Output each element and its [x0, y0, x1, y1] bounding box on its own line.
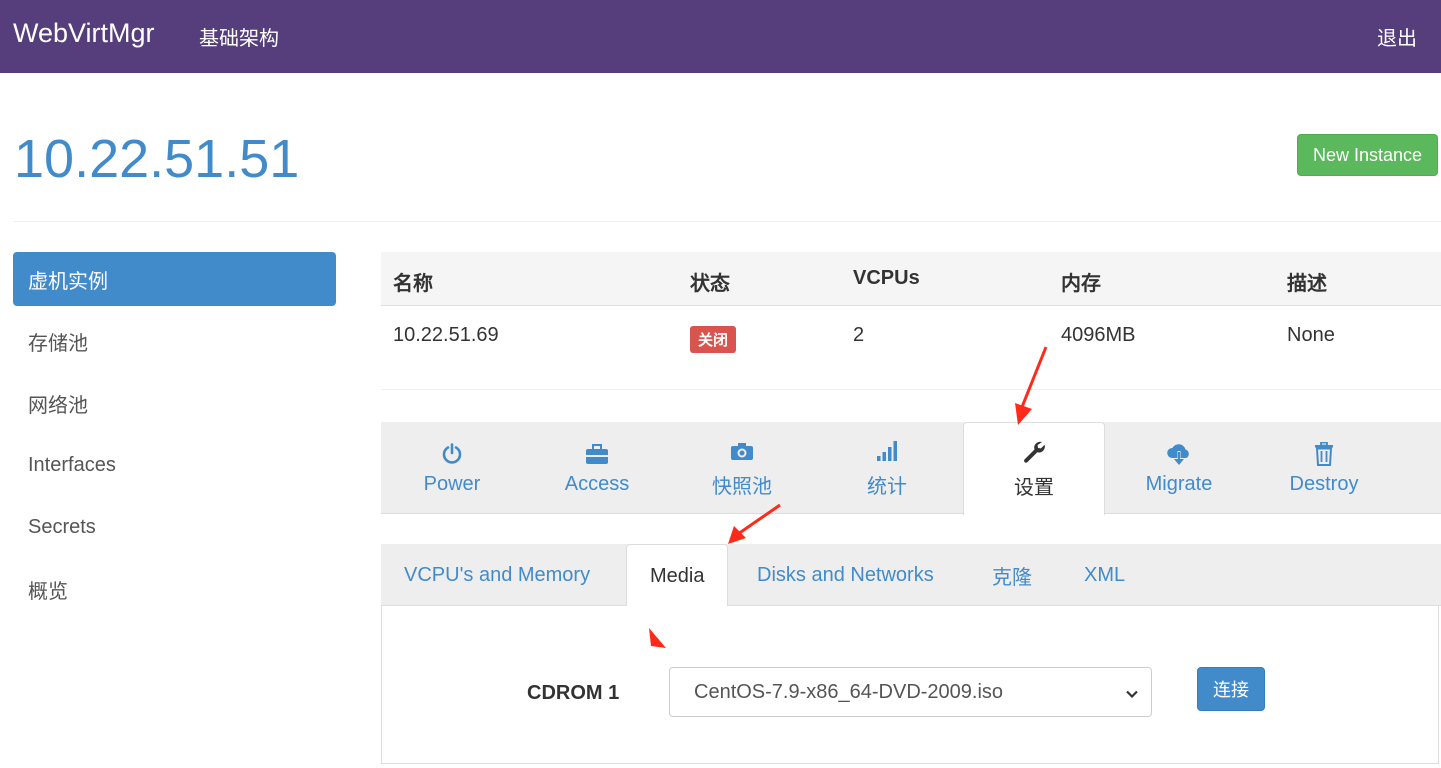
tab-migrate[interactable]: Migrate [1108, 422, 1250, 514]
column-header-vcpus: VCPUs [853, 267, 920, 289]
briefcase-icon [585, 441, 609, 467]
instance-info-table: 名称 状态 VCPUs 内存 描述 10.22.51.69 关闭 2 4096M… [381, 252, 1441, 390]
iso-select[interactable]: CentOS-7.9-x86_64-DVD-2009.iso [669, 667, 1152, 717]
instance-vcpus: 2 [853, 324, 865, 346]
sidebar-item-label: Interfaces [28, 453, 116, 476]
tab-stats[interactable]: 统计 [816, 422, 958, 514]
tab-xml[interactable]: XML [1061, 544, 1148, 606]
wrench-icon [1022, 439, 1046, 465]
tab-snapshots[interactable]: 快照池 [671, 422, 813, 514]
brand-link[interactable]: WebVirtMgr [13, 18, 155, 49]
settings-sub-tabs: VCPU's and Memory Media Disks and Networ… [381, 544, 1441, 607]
header-divider [13, 221, 1441, 222]
tab-disks-networks[interactable]: Disks and Networks [734, 544, 957, 606]
power-icon [441, 441, 463, 467]
sidebar-item-label: 网络池 [28, 394, 88, 417]
column-header-description: 描述 [1287, 273, 1327, 295]
sidebar-item-networks[interactable]: 网络池 [13, 376, 336, 430]
tab-clone[interactable]: 克隆 [969, 544, 1055, 606]
trash-icon [1314, 441, 1334, 467]
top-navbar: WebVirtMgr 基础架构 退出 [0, 0, 1441, 73]
new-instance-button[interactable]: New Instance [1297, 134, 1438, 176]
table-header-row: 名称 状态 VCPUs 内存 描述 [381, 252, 1441, 306]
chevron-down-icon [1125, 684, 1139, 707]
column-header-status: 状态 [690, 273, 730, 295]
tab-label: Power [423, 472, 481, 495]
column-header-name: 名称 [393, 273, 433, 295]
column-header-memory: 内存 [1061, 273, 1101, 295]
tab-label: Destroy [1289, 472, 1359, 495]
page-title: 10.22.51.51 [14, 129, 300, 189]
sidebar-item-storage[interactable]: 存储池 [13, 314, 336, 368]
tab-power[interactable]: Power [381, 422, 523, 514]
signal-icon [876, 438, 898, 464]
media-panel: CDROM 1 CentOS-7.9-x86_64-DVD-2009.iso 连… [381, 606, 1439, 764]
tab-label: Migrate [1145, 472, 1213, 495]
sidebar-item-interfaces[interactable]: Interfaces [13, 438, 336, 492]
status-cell: 关闭 [690, 324, 737, 353]
instance-memory: 4096MB [1061, 324, 1136, 346]
sidebar-item-overview[interactable]: 概览 [13, 562, 336, 616]
instance-name: 10.22.51.69 [393, 324, 499, 346]
sidebar-item-instances[interactable]: 虚机实例 [13, 252, 336, 306]
tab-label: 统计 [867, 475, 907, 498]
sidebar-item-label: 概览 [28, 580, 68, 603]
action-tabs: Power Access 快照池 统计 设置 Migrate Destroy [381, 422, 1441, 515]
connect-button[interactable]: 连接 [1197, 667, 1265, 711]
nav-link-infrastructure[interactable]: 基础架构 [199, 22, 279, 51]
sidebar-item-label: 虚机实例 [28, 270, 108, 293]
sidebar-item-label: 存储池 [28, 332, 88, 355]
table-row: 10.22.51.69 关闭 2 4096MB None [381, 306, 1441, 390]
camera-icon [730, 438, 754, 464]
sidebar-item-label: Secrets [28, 515, 96, 538]
instance-description: None [1287, 324, 1335, 346]
sidebar-item-secrets[interactable]: Secrets [13, 500, 336, 554]
tab-vcpu-memory[interactable]: VCPU's and Memory [381, 544, 613, 606]
tab-label: Access [564, 472, 630, 495]
cloud-download-icon [1166, 441, 1192, 467]
annotation-arrow-icon [728, 503, 781, 544]
annotation-arrow-icon [649, 628, 666, 648]
tab-media[interactable]: Media [626, 544, 729, 607]
sidebar: 虚机实例 存储池 网络池 Interfaces Secrets 概览 [13, 252, 336, 624]
tab-destroy[interactable]: Destroy [1253, 422, 1395, 514]
status-badge: 关闭 [690, 326, 737, 353]
iso-select-value: CentOS-7.9-x86_64-DVD-2009.iso [694, 680, 1004, 703]
tab-label: 快照池 [712, 475, 772, 498]
logout-link[interactable]: 退出 [1377, 22, 1417, 51]
cdrom-label: CDROM 1 [527, 682, 620, 704]
annotation-arrow-icon [1015, 346, 1048, 425]
tab-access[interactable]: Access [526, 422, 668, 514]
tab-label: 设置 [1014, 476, 1054, 499]
tab-settings[interactable]: 设置 [963, 422, 1105, 515]
